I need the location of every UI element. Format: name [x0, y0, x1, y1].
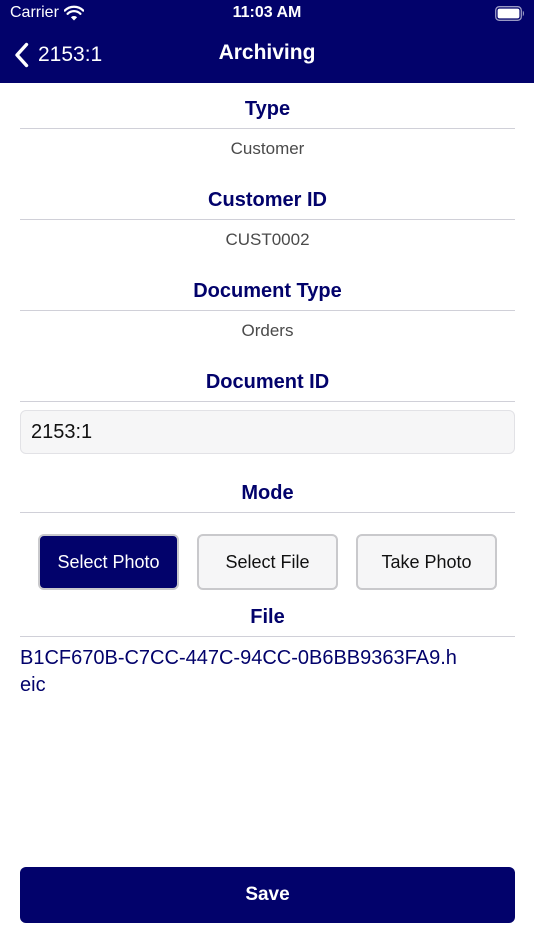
take-photo-button[interactable]: Take Photo [356, 534, 497, 590]
chevron-left-icon [15, 42, 29, 68]
back-label: 2153:1 [38, 43, 103, 66]
customer-id-value: CUST0002 [225, 230, 310, 249]
battery-icon [495, 6, 524, 21]
select-photo-button[interactable]: Select Photo [38, 534, 179, 590]
status-bar: Carrier 11:03 AM [0, 0, 534, 28]
document-id-header: Document ID [20, 356, 515, 402]
mode-selector: Select Photo Select File Take Photo [20, 513, 515, 591]
document-type-header: Document Type [20, 265, 515, 311]
type-value: Customer [230, 139, 305, 158]
mode-header: Mode [20, 467, 515, 513]
back-button[interactable]: 2153:1 [14, 39, 102, 71]
customer-id-header: Customer ID [20, 174, 515, 220]
save-button[interactable]: Save [20, 867, 515, 923]
document-type-value: Orders [241, 321, 294, 340]
file-header: File [20, 591, 515, 637]
archiving-form: Type Customer Customer ID CUST0002 Docum… [20, 83, 515, 699]
top-bar: Carrier 11:03 AM 2153:1 Archiving [0, 0, 534, 83]
navigation-bar: 2153:1 Archiving [0, 28, 534, 83]
select-file-button[interactable]: Select File [197, 534, 338, 590]
file-name: B1CF670B-C7CC-447C-94CC-0B6BB9363FA9.hei… [20, 647, 457, 696]
type-header: Type [20, 83, 515, 129]
document-id-input[interactable] [20, 410, 515, 454]
status-time: 11:03 AM [232, 4, 302, 21]
